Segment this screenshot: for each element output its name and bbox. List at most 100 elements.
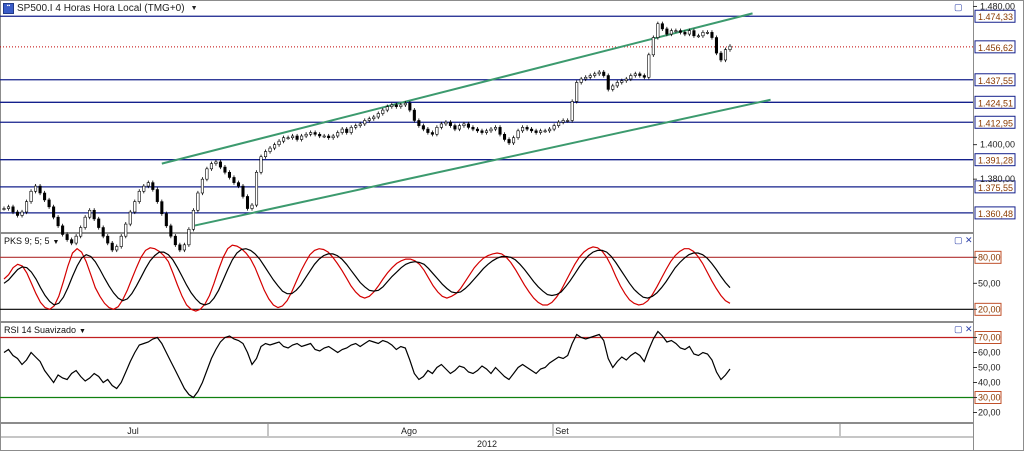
candle-body bbox=[286, 137, 290, 140]
time-axis-label: Jul bbox=[127, 426, 139, 436]
candle-body bbox=[390, 104, 394, 107]
candle-body bbox=[11, 206, 15, 213]
chevron-down-icon[interactable]: ▼ bbox=[191, 5, 198, 12]
candle-body bbox=[453, 125, 457, 130]
candle-body bbox=[88, 209, 92, 218]
candle-body bbox=[137, 190, 141, 202]
oscillator-tick-label: 60,00 bbox=[978, 348, 1001, 358]
candle-body bbox=[597, 71, 601, 75]
oscillator-tick-label: 70,00 bbox=[978, 333, 1001, 343]
candle-body bbox=[182, 244, 186, 251]
candle-body bbox=[493, 127, 498, 130]
candle-body bbox=[304, 133, 308, 137]
oscillator-tick-label: 80,00 bbox=[978, 252, 1001, 262]
level-label: 1.474,33 bbox=[978, 12, 1013, 22]
candle-body bbox=[340, 128, 344, 133]
candle-body bbox=[300, 135, 304, 140]
close-icon[interactable]: ✕ bbox=[965, 324, 973, 335]
candle-body bbox=[291, 135, 295, 139]
candle-body bbox=[534, 130, 538, 133]
maximize-icon[interactable]: ▢ bbox=[954, 235, 963, 246]
candle-body bbox=[65, 234, 69, 240]
candle-body bbox=[29, 190, 33, 202]
candle-body bbox=[399, 104, 403, 107]
candle-body bbox=[92, 209, 96, 220]
candle-body bbox=[254, 171, 259, 206]
candle-body bbox=[471, 127, 475, 130]
candle-body bbox=[602, 71, 606, 76]
candle-body bbox=[457, 125, 461, 130]
candle-body bbox=[678, 30, 682, 33]
candle-body bbox=[480, 130, 484, 133]
candle-body bbox=[624, 78, 628, 82]
candle-body bbox=[2, 208, 6, 210]
candle-body bbox=[552, 125, 556, 130]
candle-body bbox=[557, 121, 561, 126]
candle-body bbox=[714, 37, 719, 54]
candle-body bbox=[728, 45, 732, 50]
candle-body bbox=[426, 128, 430, 133]
candle-body bbox=[187, 228, 191, 246]
candle-body bbox=[430, 132, 434, 135]
candle-body bbox=[322, 135, 326, 138]
candle-body bbox=[124, 223, 128, 237]
candle-body bbox=[381, 109, 385, 114]
candle-body bbox=[277, 140, 281, 145]
candle-body bbox=[376, 113, 380, 118]
candle-body bbox=[435, 127, 439, 135]
candle-body bbox=[521, 127, 525, 132]
candle-body bbox=[309, 132, 313, 135]
price-tick-label: 1.480,00 bbox=[980, 1, 1015, 11]
candle-body bbox=[484, 130, 489, 133]
candle-body bbox=[236, 182, 241, 187]
level-label: 1.360,48 bbox=[978, 209, 1013, 219]
candle-body bbox=[196, 192, 200, 211]
candle-body bbox=[692, 30, 696, 37]
candle-body bbox=[74, 235, 78, 244]
candle-body bbox=[394, 104, 398, 107]
candle-body bbox=[723, 49, 728, 61]
maximize-icon[interactable]: ▢ bbox=[954, 2, 963, 13]
candle-body bbox=[259, 156, 263, 173]
candle-body bbox=[146, 182, 150, 187]
candle-body bbox=[336, 132, 340, 137]
candle-body bbox=[466, 123, 470, 128]
candle-body bbox=[61, 225, 65, 235]
candle-body bbox=[245, 196, 250, 209]
candle-body bbox=[633, 73, 637, 76]
stoch-panel-header[interactable]: PKS 9; 5; 5 ▼ bbox=[4, 236, 59, 246]
candle-body bbox=[489, 128, 493, 132]
rsi-panel-header[interactable]: RSI 14 Suavizado ▼ bbox=[4, 325, 86, 335]
candle-body bbox=[268, 147, 272, 152]
oscillator-tick-label: 20,00 bbox=[978, 408, 1001, 418]
candle-body bbox=[385, 106, 389, 111]
price-tick-label: 1.400,00 bbox=[980, 140, 1015, 150]
candle-body bbox=[611, 85, 615, 90]
time-axis-label: Set bbox=[555, 426, 569, 436]
candle-body bbox=[575, 82, 579, 102]
candle-body bbox=[525, 127, 529, 130]
candle-body bbox=[638, 73, 642, 76]
candle-body bbox=[191, 209, 195, 230]
candle-body bbox=[669, 30, 673, 35]
candle-body bbox=[566, 120, 570, 122]
candle-body bbox=[282, 137, 286, 142]
candle-body bbox=[647, 54, 651, 78]
candle-body bbox=[106, 235, 110, 244]
close-icon[interactable]: ✕ bbox=[965, 235, 973, 246]
candle-body bbox=[543, 130, 547, 133]
chevron-down-icon[interactable]: ▼ bbox=[53, 239, 60, 246]
candle-body bbox=[15, 211, 20, 216]
level-label: 1.437,55 bbox=[978, 76, 1013, 86]
candle-body bbox=[539, 130, 543, 133]
candle-body bbox=[674, 30, 678, 32]
chart-header[interactable]: ▪▪ SP500.I 4 Horas Hora Local (TMG+0) ▼ bbox=[3, 2, 198, 15]
chart-window: 1.474,33 1.456,62 1.437,55 1.424,51 1.412,95… bbox=[0, 0, 1024, 451]
chevron-down-icon[interactable]: ▼ bbox=[79, 328, 86, 335]
candle-body bbox=[660, 23, 664, 30]
candle-body bbox=[345, 128, 349, 133]
candle-body bbox=[498, 127, 502, 135]
oscillator-tick-label: 40,00 bbox=[978, 378, 1001, 388]
maximize-icon[interactable]: ▢ bbox=[954, 324, 963, 335]
candle-body bbox=[417, 120, 421, 126]
